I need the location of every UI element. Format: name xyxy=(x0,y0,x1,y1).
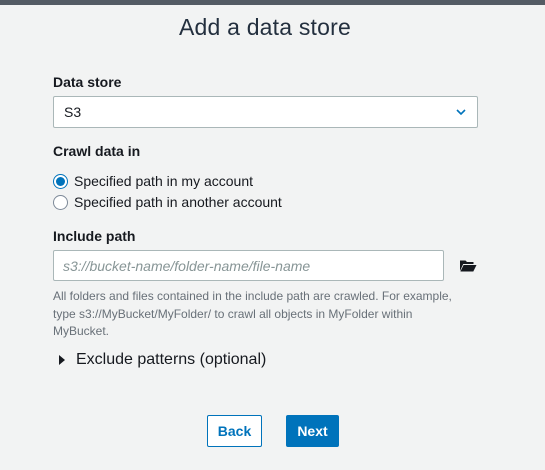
chevron-down-icon xyxy=(456,109,466,116)
add-data-store-page: Add a data store Data store S3 Crawl dat… xyxy=(0,0,545,470)
include-path-input[interactable] xyxy=(53,250,444,281)
next-button[interactable]: Next xyxy=(286,415,339,447)
page-title: Add a data store xyxy=(179,14,351,40)
radio-button-unchecked[interactable] xyxy=(53,194,68,210)
radio-option-label: Specified path in my account xyxy=(74,173,253,189)
caret-right-icon xyxy=(59,355,65,365)
data-store-selected-value: S3 xyxy=(64,104,82,120)
radio-option-another-account[interactable]: Specified path in another account xyxy=(53,194,282,210)
data-store-label: Data store xyxy=(53,74,122,90)
exclude-patterns-toggle[interactable]: Exclude patterns (optional) xyxy=(58,351,266,369)
folder-open-icon[interactable] xyxy=(459,258,477,273)
include-path-help-text: All folders and files contained in the i… xyxy=(53,289,452,338)
crawl-data-in-label: Crawl data in xyxy=(53,143,141,159)
radio-option-my-account[interactable]: Specified path in my account xyxy=(53,173,253,189)
radio-option-label: Specified path in another account xyxy=(74,194,282,210)
top-bar xyxy=(0,0,545,5)
data-store-select[interactable]: S3 xyxy=(53,96,478,128)
include-path-label: Include path xyxy=(53,228,136,244)
radio-button-checked[interactable] xyxy=(53,173,68,189)
back-button[interactable]: Back xyxy=(207,415,262,447)
exclude-patterns-label: Exclude patterns (optional) xyxy=(76,351,267,368)
